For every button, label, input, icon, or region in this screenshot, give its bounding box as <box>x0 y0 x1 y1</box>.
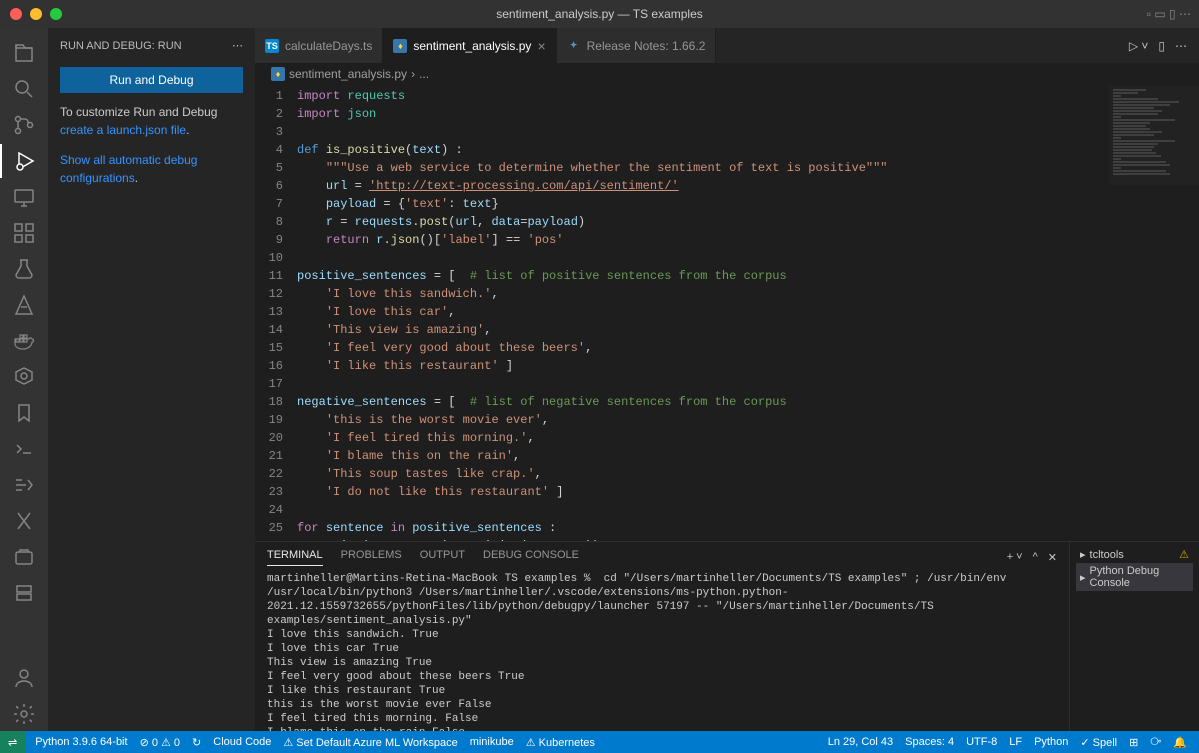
status-item[interactable]: minikube <box>464 736 520 749</box>
terminal-list: ▸tcltools⚠▸Python Debug Console <box>1069 542 1199 731</box>
status-item[interactable]: ✓ Spell <box>1074 736 1123 749</box>
search-icon[interactable] <box>0 72 48 106</box>
terminal-icon: ▸ <box>1080 548 1086 561</box>
azure-icon[interactable] <box>0 288 48 322</box>
split-icon[interactable]: ▯ <box>1158 39 1165 53</box>
bottom-panel: TERMINALPROBLEMSOUTPUTDEBUG CONSOLE + ˅ … <box>255 541 1199 731</box>
code-content[interactable]: import requestsimport json def is_positi… <box>297 85 1199 541</box>
tab-actions: ▷ ˅ ▯ ⋯ <box>1129 28 1199 63</box>
close-window[interactable] <box>10 8 22 20</box>
status-item[interactable]: ⚠ Set Default Azure ML Workspace <box>277 736 463 749</box>
status-item[interactable]: 🔔 <box>1167 736 1193 749</box>
code-editor[interactable]: 1234567891011121314151617181920212223242… <box>255 85 1199 541</box>
status-item[interactable]: ⊞ <box>1123 736 1144 749</box>
new-terminal-icon[interactable]: + ˅ <box>1007 551 1023 564</box>
editor-tab[interactable]: TScalculateDays.ts <box>255 28 383 63</box>
extensions-icon[interactable] <box>0 216 48 250</box>
status-item[interactable]: Spaces: 4 <box>899 736 960 749</box>
status-item[interactable]: Cloud Code <box>207 736 277 749</box>
terminal-icon: ▸ <box>1080 571 1086 584</box>
create-launch-link[interactable]: create a launch.json file <box>60 123 186 137</box>
tool-icon-4[interactable] <box>0 540 48 574</box>
tool-icon-2[interactable] <box>0 468 48 502</box>
status-item[interactable]: Python 3.9.6 64-bit <box>29 736 133 749</box>
kubernetes-icon[interactable] <box>0 360 48 394</box>
panel-tab-terminal[interactable]: TERMINAL <box>267 549 323 566</box>
window-controls <box>0 8 62 20</box>
statusbar: ⇌ Python 3.9.6 64-bit⊘ 0 ⚠ 0↻Cloud Code⚠… <box>0 731 1199 753</box>
run-icon[interactable]: ▷ ˅ <box>1129 39 1149 53</box>
close-tab-icon[interactable]: × <box>537 38 545 54</box>
terminal-output[interactable]: martinheller@Martins-Retina-MacBook TS e… <box>255 572 1069 731</box>
panel-tab-debug-console[interactable]: DEBUG CONSOLE <box>483 549 579 566</box>
run-and-debug-button[interactable]: Run and Debug <box>60 67 243 93</box>
sidebar: RUN AND DEBUG: RUN ⋯ Run and Debug To cu… <box>48 28 255 731</box>
sidebar-header: RUN AND DEBUG: RUN ⋯ <box>48 28 255 63</box>
minimap[interactable] <box>1109 85 1199 185</box>
titlebar: sentiment_analysis.py — TS examples ▫ ▭ … <box>0 0 1199 28</box>
sidebar-title: RUN AND DEBUG: RUN <box>60 40 182 52</box>
bookmark-icon[interactable] <box>0 396 48 430</box>
account-icon[interactable] <box>0 661 48 695</box>
close-panel-icon[interactable]: ✕ <box>1048 551 1057 564</box>
minimize-window[interactable] <box>30 8 42 20</box>
maximize-window[interactable] <box>50 8 62 20</box>
show-all-configs-link[interactable]: Show all automatic debug configurations <box>60 153 197 185</box>
tool-icon-3[interactable] <box>0 504 48 538</box>
warning-icon: ⚠ <box>1179 548 1189 561</box>
py-icon: ♦ <box>393 39 407 53</box>
layout-controls[interactable]: ▫ ▭ ▯ ⋯ <box>1147 7 1191 21</box>
editor-tab[interactable]: ✦Release Notes: 1.66.2 <box>557 28 717 63</box>
more-icon[interactable]: ⋯ <box>232 39 243 52</box>
status-item[interactable]: ⚠ Kubernetes <box>520 736 601 749</box>
status-item[interactable]: Ln 29, Col 43 <box>822 736 899 749</box>
maximize-panel-icon[interactable]: ^ <box>1033 551 1038 564</box>
status-item[interactable]: ⊘ 0 ⚠ 0 <box>134 736 186 749</box>
source-control-icon[interactable] <box>0 108 48 142</box>
editor-tabs: TScalculateDays.ts♦sentiment_analysis.py… <box>255 28 1199 63</box>
window-title: sentiment_analysis.py — TS examples <box>496 7 703 21</box>
status-item[interactable]: ⧂ <box>1144 736 1167 749</box>
status-item[interactable]: LF <box>1003 736 1028 749</box>
line-numbers: 1234567891011121314151617181920212223242… <box>255 85 297 541</box>
remote-indicator[interactable]: ⇌ <box>0 731 25 753</box>
customize-text: To customize Run and Debug create a laun… <box>48 103 255 139</box>
editor-tab[interactable]: ♦sentiment_analysis.py× <box>383 28 556 63</box>
explorer-icon[interactable] <box>0 36 48 70</box>
panel-tab-problems[interactable]: PROBLEMS <box>341 549 402 566</box>
panel-tab-output[interactable]: OUTPUT <box>420 549 465 566</box>
status-item[interactable]: ↻ <box>186 736 207 749</box>
activity-bar <box>0 28 48 731</box>
python-icon: ♦ <box>271 67 285 81</box>
terminal-instance[interactable]: ▸Python Debug Console <box>1076 563 1193 591</box>
terminal-instance[interactable]: ▸tcltools⚠ <box>1076 546 1193 563</box>
tool-icon-1[interactable] <box>0 432 48 466</box>
tool-icon-5[interactable] <box>0 576 48 610</box>
settings-icon[interactable] <box>0 697 48 731</box>
breadcrumb[interactable]: ♦ sentiment_analysis.py › ... <box>255 63 1199 85</box>
docker-icon[interactable] <box>0 324 48 358</box>
editor-area: TScalculateDays.ts♦sentiment_analysis.py… <box>255 28 1199 731</box>
panel-tabs: TERMINALPROBLEMSOUTPUTDEBUG CONSOLE + ˅ … <box>255 542 1069 572</box>
more-actions-icon[interactable]: ⋯ <box>1175 39 1187 53</box>
status-item[interactable]: UTF-8 <box>960 736 1003 749</box>
status-item[interactable]: Python <box>1028 736 1074 749</box>
ts-icon: TS <box>265 39 279 53</box>
remote-icon[interactable] <box>0 180 48 214</box>
rn-icon: ✦ <box>567 39 581 53</box>
run-debug-icon[interactable] <box>0 144 48 178</box>
testing-icon[interactable] <box>0 252 48 286</box>
